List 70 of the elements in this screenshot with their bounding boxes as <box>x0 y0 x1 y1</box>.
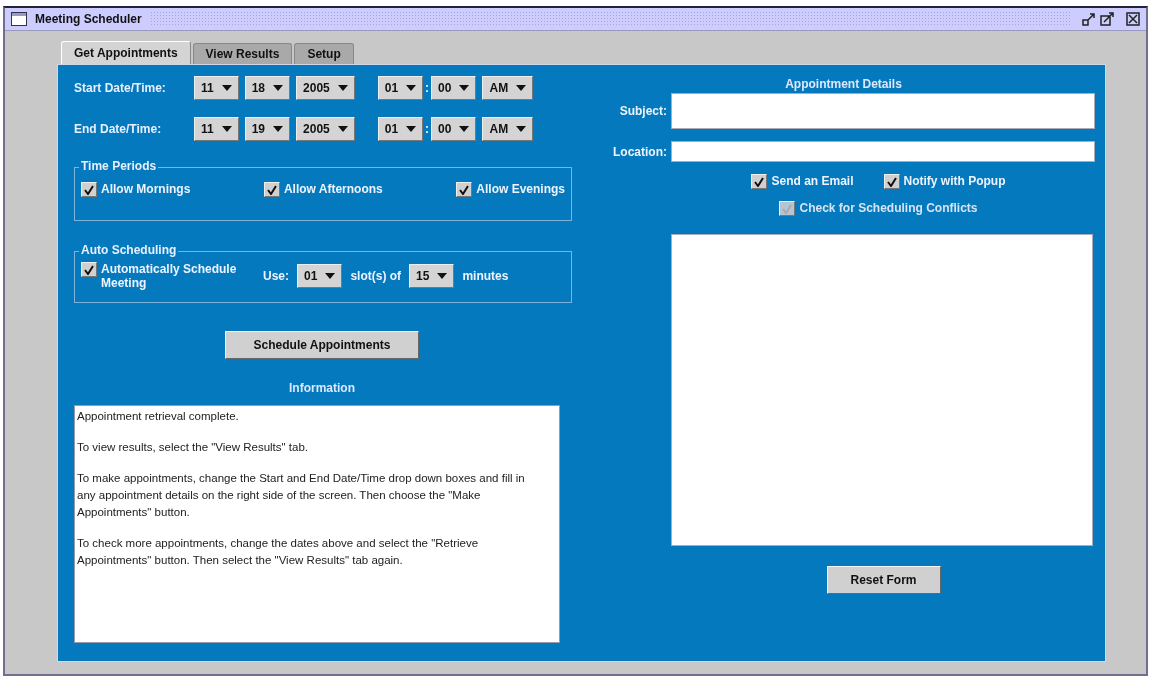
checkbox[interactable]: Send an Email <box>751 174 854 189</box>
tab[interactable]: View Results <box>192 43 293 64</box>
caret-icon <box>516 85 527 91</box>
section-heading: Appointment Details <box>784 77 903 91</box>
checkmark-icon <box>782 203 793 214</box>
checkbox[interactable]: Allow Evenings <box>456 182 565 197</box>
dropdown[interactable]: 01 <box>297 264 343 288</box>
caret-icon <box>221 126 232 132</box>
subject-field[interactable] <box>671 93 1095 129</box>
location-field[interactable] <box>671 141 1095 162</box>
caret-icon <box>406 85 417 91</box>
dropdown[interactable]: 15 <box>409 264 455 288</box>
caret-icon <box>516 126 527 132</box>
dropdown[interactable]: AM <box>482 76 534 100</box>
caret-icon <box>337 85 348 91</box>
tab[interactable]: Get Appointments <box>61 41 191 64</box>
info-text: To make appointments, change the Start and End Date/Time drop down boxes and fill in any appointment details on the right side of the screen. Then choose the "Make Appointments" button. <box>77 471 526 520</box>
dropdown[interactable]: 11 <box>194 117 239 141</box>
caret-icon <box>459 126 470 132</box>
caret-icon <box>337 126 348 132</box>
caret-icon <box>221 85 232 91</box>
dropdown[interactable]: AM <box>482 117 534 141</box>
group-title: Time Periods <box>79 159 159 173</box>
checkmark-icon <box>886 176 897 187</box>
schedule-button[interactable]: Schedule Appointments <box>225 331 419 359</box>
checkmark-icon <box>84 184 94 195</box>
dropdown[interactable]: 01 <box>377 117 424 141</box>
checkbox[interactable]: Notify with Popup <box>883 174 1006 189</box>
checkmark-icon <box>459 184 470 195</box>
field-label: minutes <box>462 269 509 283</box>
time-separator: : <box>425 81 430 95</box>
checkbox[interactable]: Allow Afternoons <box>263 182 383 197</box>
field-label: Use: <box>263 269 289 283</box>
caret-icon <box>273 85 284 91</box>
field-label: Subject: <box>618 104 668 118</box>
group-title: Auto Scheduling <box>79 243 179 257</box>
field-label: slot(s) of <box>350 269 402 283</box>
caret-icon <box>273 126 284 132</box>
tab[interactable]: Setup <box>294 43 354 64</box>
dropdown[interactable]: 00 <box>431 117 477 141</box>
field-label: End Date/Time: <box>73 122 163 136</box>
checkmark-icon <box>84 264 94 275</box>
checkmark-icon <box>754 176 765 187</box>
caret-icon <box>459 85 470 91</box>
minimize-icon[interactable] <box>1082 12 1096 26</box>
maximize-icon[interactable] <box>1100 12 1114 26</box>
dropdown[interactable]: 2005 <box>296 117 355 141</box>
dropdown[interactable]: 01 <box>377 76 424 100</box>
checkmark-icon <box>266 184 277 195</box>
time-separator: : <box>425 122 430 136</box>
field-label: Location: <box>612 144 668 159</box>
dropdown[interactable]: 18 <box>244 76 291 100</box>
section-heading: Information <box>288 381 356 395</box>
dropdown[interactable]: 19 <box>244 117 291 141</box>
info-text: To view results, select the "View Results" tab. <box>77 440 310 455</box>
close-icon[interactable] <box>1126 12 1140 26</box>
dropdown[interactable]: 00 <box>431 76 477 100</box>
field-label: Start Date/Time: <box>73 81 167 95</box>
checkbox[interactable]: Automatically Schedule Meeting <box>81 262 249 290</box>
caret-icon <box>325 273 336 279</box>
caret-icon <box>406 126 417 132</box>
checkbox[interactable]: Allow Mornings <box>81 182 191 197</box>
info-text: To check more appointments, change the dates above and select the "Retrieve Appointments" button. Then select the "View Results" tab again. <box>77 536 480 568</box>
window-title: Meeting Scheduler <box>34 12 143 26</box>
window-icon <box>11 12 27 26</box>
reset-button[interactable]: Reset Form <box>826 566 941 594</box>
dropdown[interactable]: 2005 <box>296 76 355 100</box>
caret-icon <box>437 273 448 279</box>
dropdown[interactable]: 11 <box>194 76 239 100</box>
info-text: Appointment retrieval complete. <box>77 409 240 424</box>
